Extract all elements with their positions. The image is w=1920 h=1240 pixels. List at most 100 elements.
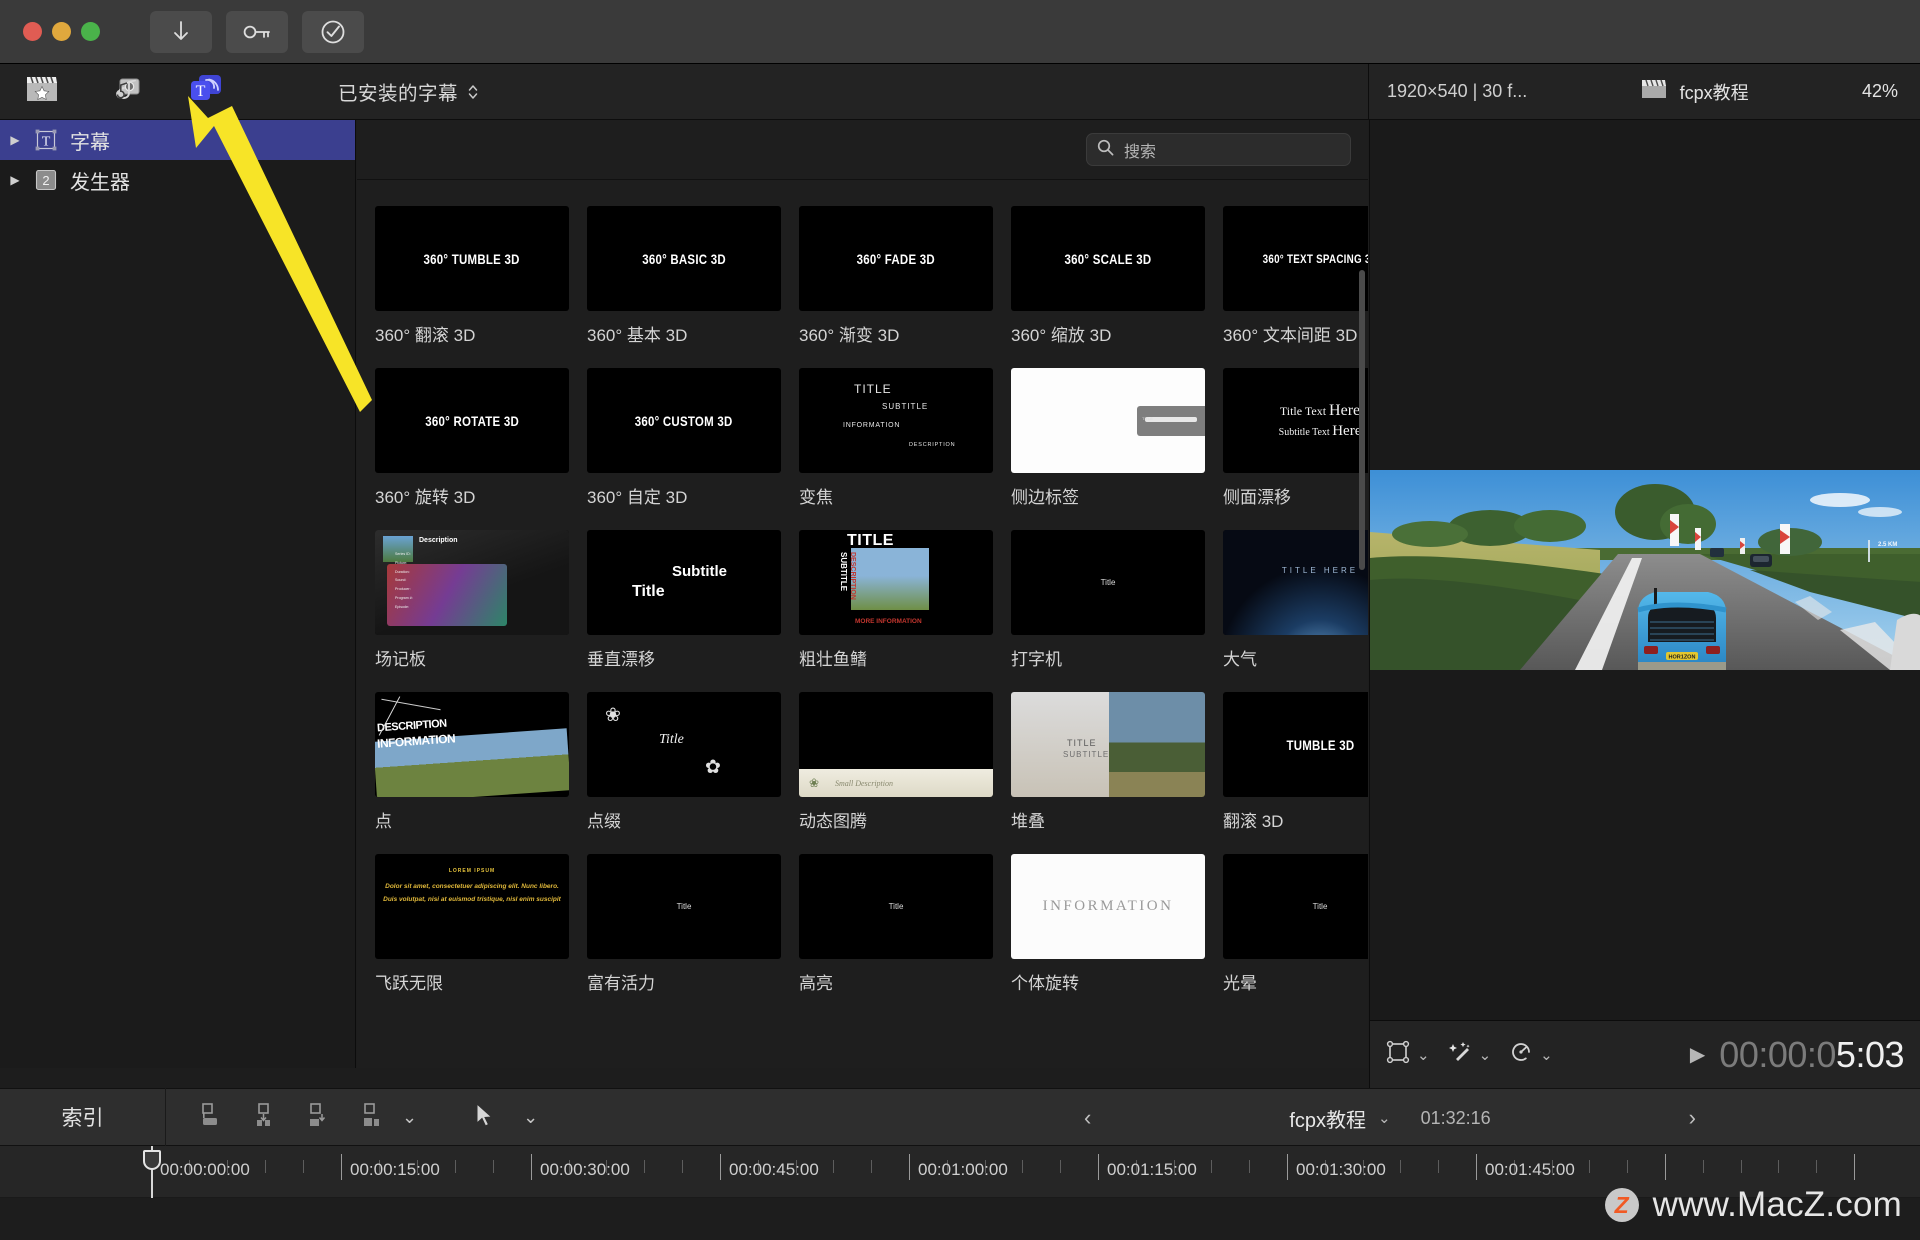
keyword-editor-button[interactable] — [226, 10, 288, 53]
append-clip-button[interactable] — [304, 1102, 334, 1132]
disclosure-triangle-icon[interactable]: ▶ — [8, 133, 22, 147]
playhead-handle[interactable] — [143, 1150, 161, 1170]
chevron-down-icon[interactable]: ⌄ — [1540, 1046, 1553, 1064]
arrow-cursor-icon — [473, 1102, 495, 1133]
title-thumbnail[interactable]: TITLE HERE — [1223, 530, 1368, 635]
grid-item[interactable]: 360° CUSTOM 3D 360° 自定 3D — [587, 368, 781, 508]
grid-item[interactable]: 360° BASIC 3D 360° 基本 3D — [587, 206, 781, 346]
connect-clip-icon — [198, 1102, 224, 1133]
transform-control[interactable]: ⌄ — [1386, 1040, 1430, 1069]
viewer-timecode-display[interactable]: ▶ 00:00:05:03 — [1690, 1034, 1905, 1076]
title-thumbnail[interactable]: TUMBLE 3D — [1223, 692, 1368, 797]
grid-item[interactable]: TITLE 侧边标签 — [1011, 368, 1205, 508]
grid-item[interactable]: 360° TUMBLE 3D 360° 翻滚 3D — [375, 206, 569, 346]
insert-clip-button[interactable] — [250, 1102, 280, 1132]
title-thumbnail[interactable]: 360° FADE 3D — [799, 206, 993, 311]
chevron-right-icon[interactable]: › — [1689, 1105, 1696, 1131]
disclosure-triangle-icon[interactable]: ▶ — [8, 173, 22, 187]
media-browser-tab[interactable] — [22, 74, 62, 110]
grid-item[interactable]: 360° TEXT SPACING 3D 360° 文本间距 3D — [1223, 206, 1368, 346]
select-tool-button[interactable] — [469, 1102, 499, 1132]
title-thumbnail[interactable]: 360° BASIC 3D — [587, 206, 781, 311]
grid-item[interactable]: ❀ Title ✿ 点缀 — [587, 692, 781, 832]
title-t-icon: T — [33, 127, 59, 153]
grid-item-caption: 粗壮鱼鳍 — [799, 650, 867, 669]
grid-item[interactable]: DESCRIPTION INFORMATION 点 — [375, 692, 569, 832]
chevron-down-icon[interactable]: ⌄ — [1479, 1046, 1492, 1064]
retime-control[interactable]: ⌄ — [1509, 1040, 1553, 1069]
zoom-button[interactable] — [81, 22, 100, 41]
title-thumbnail[interactable]: 360° CUSTOM 3D — [587, 368, 781, 473]
title-thumbnail[interactable]: Title — [1223, 854, 1368, 959]
title-thumbnail[interactable]: INFORMATION — [1011, 854, 1205, 959]
viewer-project-indicator[interactable]: fcpx教程 — [1641, 78, 1749, 105]
grid-item[interactable]: Title Subtitle 垂直漂移 — [587, 530, 781, 670]
grid-item[interactable]: INFORMATION 个体旋转 — [1011, 854, 1205, 994]
background-tasks-button[interactable] — [302, 10, 364, 53]
title-thumbnail[interactable]: TITLE SUBTITLE DESCRIPTION MORE INFORMAT… — [799, 530, 993, 635]
installed-titles-menu[interactable]: 已安装的字幕 — [338, 77, 479, 106]
grid-item[interactable]: TITLE SUBTITLE DESCRIPTION MORE INFORMAT… — [799, 530, 993, 670]
viewer-zoom-level[interactable]: 42% — [1862, 81, 1898, 102]
grid-item[interactable]: 360° FADE 3D 360° 渐变 3D — [799, 206, 993, 346]
grid-item[interactable]: Title 打字机 — [1011, 530, 1205, 670]
grid-item-caption: 富有活力 — [587, 974, 655, 993]
title-thumbnail[interactable]: DESCRIPTION INFORMATION — [375, 692, 569, 797]
close-button[interactable] — [23, 22, 42, 41]
sidebar-item-generators[interactable]: ▶ 2 发生器 — [0, 160, 355, 200]
grid-item[interactable]: TITLE SUBTITLE 堆叠 — [1011, 692, 1205, 832]
viewer-canvas[interactable]: 2.5 KM HOR1ZON — [1370, 470, 1920, 670]
grid-item[interactable]: TITLE SUBTITLE INFORMATION DESCRIPTION 变… — [799, 368, 993, 508]
title-thumbnail[interactable]: ❀ Small Description — [799, 692, 993, 797]
download-arrow-icon — [171, 20, 191, 44]
grid-item[interactable]: 360° SCALE 3D 360° 缩放 3D — [1011, 206, 1205, 346]
chevron-down-icon[interactable]: ⌄ — [523, 1107, 538, 1128]
import-media-button[interactable] — [150, 10, 212, 53]
chevron-down-icon[interactable]: ⌄ — [402, 1107, 417, 1128]
grid-item[interactable]: Description Series ID: Picture: Duration: S… — [375, 530, 569, 670]
search-input[interactable]: 搜索 — [1086, 133, 1351, 166]
viewer-resolution-info: 1920×540 | 30 f... — [1387, 81, 1528, 101]
enhancements-control[interactable]: ⌄ — [1448, 1040, 1492, 1069]
grid-item[interactable]: Title Text Here Subtitle Text Here 侧面漂移 — [1223, 368, 1368, 508]
minimize-button[interactable] — [52, 22, 71, 41]
title-thumbnail[interactable]: TITLE — [1011, 368, 1205, 473]
title-thumbnail[interactable]: 360° SCALE 3D — [1011, 206, 1205, 311]
title-thumbnail[interactable]: 360° TEXT SPACING 3D — [1223, 206, 1368, 311]
grid-item[interactable]: Title 光晕 — [1223, 854, 1368, 994]
grid-item[interactable]: TITLE HERE 大气 — [1223, 530, 1368, 670]
titles-grid-scroll[interactable]: 360° TUMBLE 3D 360° 翻滚 3D 360° BASIC 3D … — [357, 180, 1368, 1068]
title-thumbnail[interactable]: Title Text Here Subtitle Text Here — [1223, 368, 1368, 473]
connect-clip-button[interactable] — [196, 1102, 226, 1132]
grid-item[interactable]: Title 富有活力 — [587, 854, 781, 994]
title-thumbnail[interactable]: Title Subtitle — [587, 530, 781, 635]
title-thumbnail[interactable]: 360° TUMBLE 3D — [375, 206, 569, 311]
title-thumbnail[interactable]: Title — [587, 854, 781, 959]
overwrite-clip-button[interactable] — [358, 1102, 388, 1132]
grid-item[interactable]: 360° ROTATE 3D 360° 旋转 3D — [375, 368, 569, 508]
title-thumbnail[interactable]: Title — [799, 854, 993, 959]
title-thumbnail[interactable]: ❀ Title ✿ — [587, 692, 781, 797]
timeline-project-selector[interactable]: fcpx教程 ⌄ 01:32:16 — [1289, 1104, 1490, 1133]
title-thumbnail[interactable]: TITLE SUBTITLE INFORMATION DESCRIPTION — [799, 368, 993, 473]
grid-item[interactable]: ❀ Small Description 动态图腾 — [799, 692, 993, 832]
title-thumbnail[interactable]: 360° ROTATE 3D — [375, 368, 569, 473]
up-down-chevron-icon — [467, 82, 479, 102]
chevron-down-icon[interactable]: ⌄ — [1378, 1109, 1391, 1127]
title-thumbnail[interactable]: LOREM IPSUM Dolor sit amet, consectetuer… — [375, 854, 569, 959]
browser-vertical-scrollbar[interactable] — [1359, 270, 1365, 570]
chevron-left-icon[interactable]: ‹ — [1084, 1105, 1091, 1131]
chevron-down-icon[interactable]: ⌄ — [1417, 1046, 1430, 1064]
sidebar-item-titles[interactable]: ▶ T 字幕 — [0, 120, 355, 160]
edit-tools-group: ⌄ ⌄ — [196, 1102, 538, 1132]
play-icon[interactable]: ▶ — [1690, 1042, 1705, 1067]
grid-item[interactable]: Title 高亮 — [799, 854, 993, 994]
title-thumbnail[interactable]: TITLE SUBTITLE — [1011, 692, 1205, 797]
grid-item[interactable]: LOREM IPSUM Dolor sit amet, consectetuer… — [375, 854, 569, 994]
music-photos-tab[interactable] — [104, 74, 144, 110]
title-thumbnail[interactable]: Title — [1011, 530, 1205, 635]
timeline-index-button[interactable]: 索引 — [0, 1088, 166, 1146]
title-thumbnail[interactable]: Description Series ID: Picture: Duration: S… — [375, 530, 569, 635]
grid-item[interactable]: TUMBLE 3D 翻滚 3D — [1223, 692, 1368, 832]
titles-generators-tab[interactable]: T — [186, 74, 226, 110]
